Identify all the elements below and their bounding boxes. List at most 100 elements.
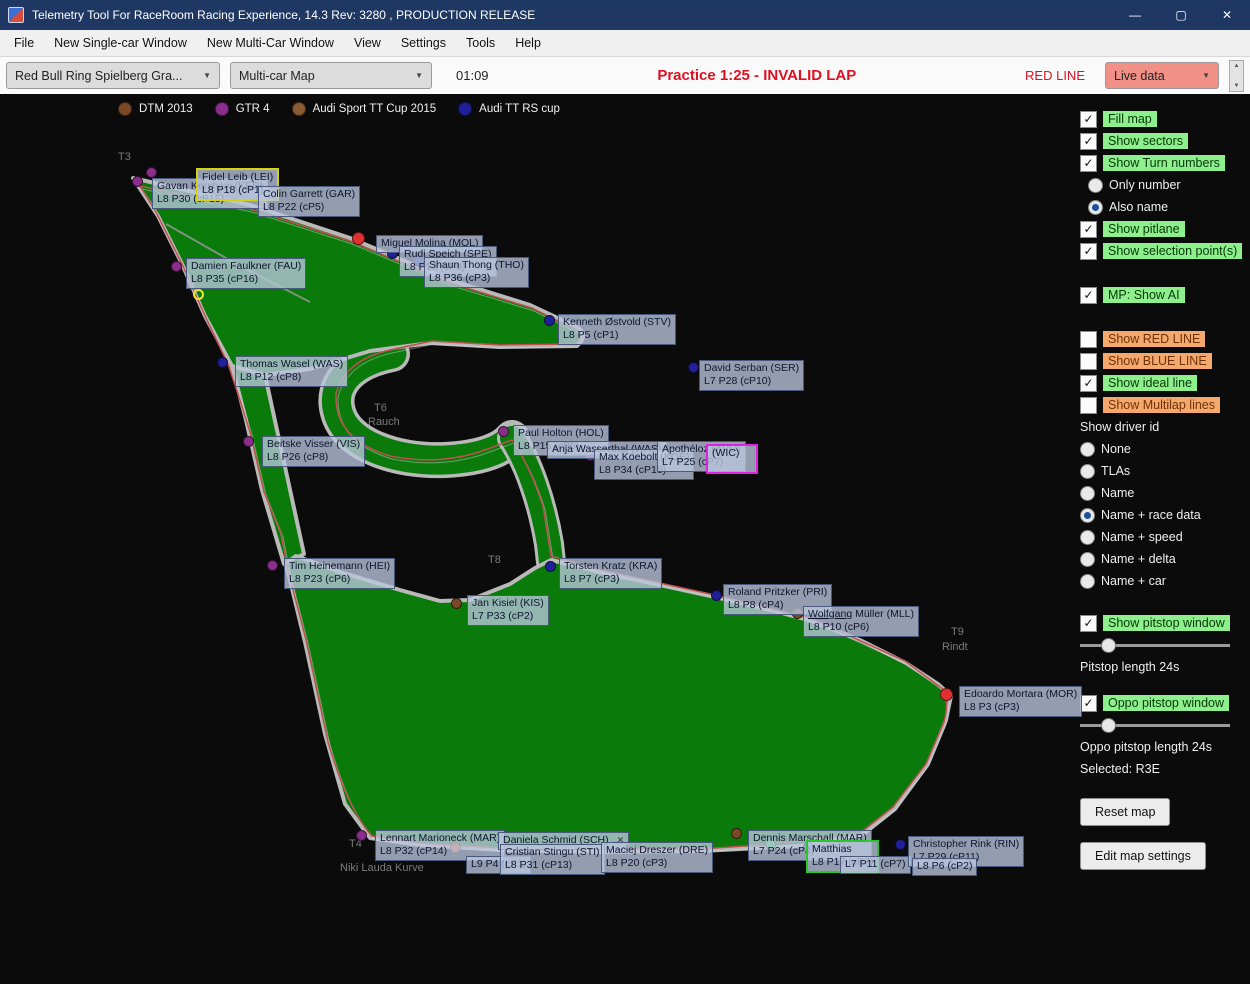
radio-also-name[interactable] [1088,200,1103,215]
scrollbar-stub[interactable]: ▲ ▼ [1229,60,1244,92]
view-select[interactable]: Multi-car Map ▼ [230,62,432,89]
radio-row-none: None [1080,440,1250,458]
radio-none[interactable] [1080,442,1095,457]
radio-name-car[interactable] [1080,574,1095,589]
map-area[interactable]: DTM 2013GTR 4Audi Sport TT Cup 2015Audi … [0,94,1250,984]
checkbox-show-multilap-lines[interactable] [1080,397,1097,414]
driver-label-info[interactable]: L7 P11 (cP7) [840,856,911,874]
track-select[interactable]: Red Bull Ring Spielberg Gra... ▼ [6,62,220,89]
driver-label-shaun-thong-tho[interactable]: Shaun Thong (THO)L8 P36 (cP3) [424,257,529,288]
car-dot-navy[interactable] [545,561,556,572]
data-source-select[interactable]: Live data ▼ [1105,62,1219,89]
turn-label-niki-lauda-kurve: Niki Lauda Kurve [340,862,424,874]
radio-name-delta[interactable] [1080,552,1095,567]
checkbox-show-selection-point-s[interactable]: ✓ [1080,243,1097,260]
checkbox-show-pitstop-window[interactable]: ✓ [1080,615,1097,632]
checkbox-fill-map[interactable]: ✓ [1080,111,1097,128]
button-reset-map[interactable]: Reset map [1080,798,1170,826]
checkbox-show-blue-line[interactable] [1080,353,1097,370]
checkbox-show-turn-numbers[interactable]: ✓ [1080,155,1097,172]
driver-label-wolfgang-m-ller-mll[interactable]: Wolfgang Müller (MLL)L8 P10 (cP6) [803,606,919,637]
checkbox-show-ideal-line[interactable]: ✓ [1080,375,1097,392]
checkbox-row-show-ideal-line: ✓Show ideal line [1080,374,1250,392]
driver-label-maciej-dreszer-dre[interactable]: Maciej Dreszer (DRE)L8 P20 (cP3) [601,842,713,873]
radio-row-name-speed: Name + speed [1080,528,1250,546]
car-dot-purple[interactable] [243,436,254,447]
slider-thumb[interactable] [1101,718,1116,733]
slider-row-pitstop-length [1080,636,1250,654]
car-dot-purple[interactable] [356,830,367,841]
menu-item-help[interactable]: Help [505,32,551,54]
chevron-down-icon: ▼ [407,71,423,80]
menu-item-tools[interactable]: Tools [456,32,505,54]
driver-label-beitske-visser-vis[interactable]: Beitske Visser (VIS)L8 P26 (cP8) [262,436,365,467]
menu-item-settings[interactable]: Settings [391,32,456,54]
radio-name-race-data[interactable] [1080,508,1095,523]
slider-thumb[interactable] [1101,638,1116,653]
checkbox-mp-show-ai[interactable]: ✓ [1080,287,1097,304]
car-dot-purple[interactable] [498,426,509,437]
view-select-value: Multi-car Map [239,69,315,83]
turn-label-t8: T8 [488,554,501,566]
car-dot-navy[interactable] [711,590,722,601]
radio-only-number[interactable] [1088,178,1103,193]
car-dot-yellow[interactable] [193,289,204,300]
car-dot-red[interactable] [940,688,953,701]
driver-label-tim-heinemann-hei[interactable]: Tim Heinemann (HEI)L8 P23 (cP6) [284,558,395,589]
close-icon[interactable]: ✕ [1204,0,1250,30]
car-dot-navy[interactable] [688,362,699,373]
driver-label-wic[interactable]: (WIC) [706,444,758,474]
checkbox-label: Show pitstop window [1103,615,1230,631]
toolbar: Red Bull Ring Spielberg Gra... ▼ Multi-c… [0,57,1250,95]
car-dot-purple[interactable] [267,560,278,571]
checkbox-show-pitlane[interactable]: ✓ [1080,221,1097,238]
radio-tlas[interactable] [1080,464,1095,479]
button-edit-map-settings[interactable]: Edit map settings [1080,842,1206,870]
driver-label-torsten-kratz-kra[interactable]: Torsten Kratz (KRA)L8 P7 (cP3) [559,558,662,589]
car-dot-brown[interactable] [451,598,462,609]
driver-label-edoardo-mortara-mor[interactable]: Edoardo Mortara (MOR)L8 P3 (cP3) [959,686,1082,717]
car-dot-navy[interactable] [895,839,906,850]
checkbox-show-red-line[interactable] [1080,331,1097,348]
turn-label-t6: T6 [374,402,387,414]
checkbox-row-show-selection-point-s: ✓Show selection point(s) [1080,242,1250,260]
car-dot-purple[interactable] [171,261,182,272]
driver-label-damien-faulkner-fau[interactable]: Damien Faulkner (FAU)L8 P35 (cP16) [186,258,306,289]
driver-name: Kenneth Østvold (STV) [563,316,671,329]
driver-info: L8 P35 (cP16) [191,273,301,286]
menu-item-view[interactable]: View [344,32,391,54]
driver-label-kenneth-stvold-stv[interactable]: Kenneth Østvold (STV)L8 P5 (cP1) [558,314,676,345]
menu-item-new-single-car-window[interactable]: New Single-car Window [44,32,197,54]
driver-label-info[interactable]: L8 P6 (cP2) [912,858,977,876]
driver-name: Fidel Leib (LEI) [202,171,273,184]
slider-oppo-pitstop-length[interactable] [1080,717,1230,733]
checkbox-row-show-blue-line: Show BLUE LINE [1080,352,1250,370]
driver-label-david-serban-ser[interactable]: David Serban (SER)L7 P28 (cP10) [699,360,804,391]
checkbox-show-sectors[interactable]: ✓ [1080,133,1097,150]
radio-label: Also name [1109,199,1173,215]
menu-item-new-multi-car-window[interactable]: New Multi-Car Window [197,32,344,54]
checkbox-label: Show Multilap lines [1103,397,1220,413]
label-row-show-driver-id: Show driver id [1080,418,1250,436]
radio-name-speed[interactable] [1080,530,1095,545]
checkbox-label: Show BLUE LINE [1103,353,1212,369]
car-dot-purple[interactable] [132,176,143,187]
radio-name[interactable] [1080,486,1095,501]
scroll-down-icon[interactable]: ▼ [1234,83,1240,89]
slider-pitstop-length[interactable] [1080,637,1230,653]
minimize-icon[interactable]: — [1112,0,1158,30]
car-dot-red[interactable] [352,232,365,245]
scroll-up-icon[interactable]: ▲ [1234,63,1240,69]
menu-item-file[interactable]: File [4,32,44,54]
driver-label-jan-kisiel-kis[interactable]: Jan Kisiel (KIS)L7 P33 (cP2) [467,595,549,626]
car-dot-purple[interactable] [146,167,157,178]
maximize-icon[interactable]: ▢ [1158,0,1204,30]
driver-label-thomas-wasel-was[interactable]: Thomas Wasel (WAS)L8 P12 (cP8) [235,356,348,387]
driver-label-cristian-stingu-sti[interactable]: Cristian Stingu (STI)L8 P31 (cP13) [500,844,605,875]
checkbox-oppo-pitstop-window[interactable]: ✓ [1080,695,1097,712]
car-dot-navy[interactable] [217,357,228,368]
checkbox-label: Oppo pitstop window [1103,695,1229,711]
car-dot-brown[interactable] [731,828,742,839]
car-dot-navy[interactable] [544,315,555,326]
driver-label-colin-garrett-gar[interactable]: Colin Garrett (GAR)L8 P22 (cP5) [258,186,360,217]
